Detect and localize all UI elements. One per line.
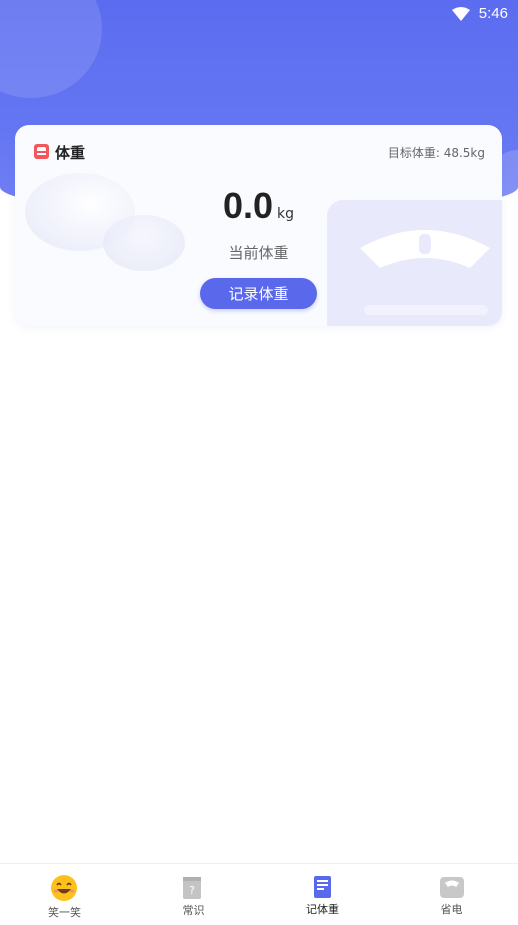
wifi-icon	[452, 7, 470, 21]
nav-label: 常识	[182, 904, 205, 917]
nav-item-record-weight[interactable]: 记体重	[258, 864, 387, 925]
nav-item-power-save[interactable]: 省电	[387, 864, 516, 925]
nav-item-laugh[interactable]: 笑一笑	[0, 864, 129, 925]
nav-label: 笑一笑	[48, 906, 81, 919]
nav-item-knowledge[interactable]: ? 常识	[129, 864, 258, 925]
scale-icon	[440, 877, 464, 898]
scale-base-bar	[364, 305, 488, 315]
weight-value: 0.0	[222, 185, 274, 226]
status-time: 5:46	[478, 5, 508, 22]
weight-unit: kg	[277, 206, 295, 222]
weight-label: 当前体重	[228, 244, 289, 262]
nav-label: 省电	[440, 903, 463, 916]
question-book-icon: ?	[183, 877, 201, 899]
card-title: 体重	[55, 144, 86, 162]
status-bar: 5:46	[0, 0, 518, 28]
nav-label: 记体重	[306, 903, 339, 916]
weight-card: 体重 目标体重: 48.5kg 0.0 kg 当前体重 记录体重	[15, 125, 502, 326]
goal-weight[interactable]: 目标体重: 48.5kg	[388, 144, 485, 161]
scale-icon	[34, 144, 49, 159]
smiley-icon	[51, 875, 77, 901]
bottom-nav: 笑一笑 ? 常识 记体重 省电	[0, 863, 518, 925]
document-icon	[314, 876, 331, 898]
current-weight: 0.0 kg	[15, 185, 502, 227]
record-weight-button[interactable]: 记录体重	[200, 278, 317, 309]
svg-text:?: ?	[189, 884, 195, 897]
